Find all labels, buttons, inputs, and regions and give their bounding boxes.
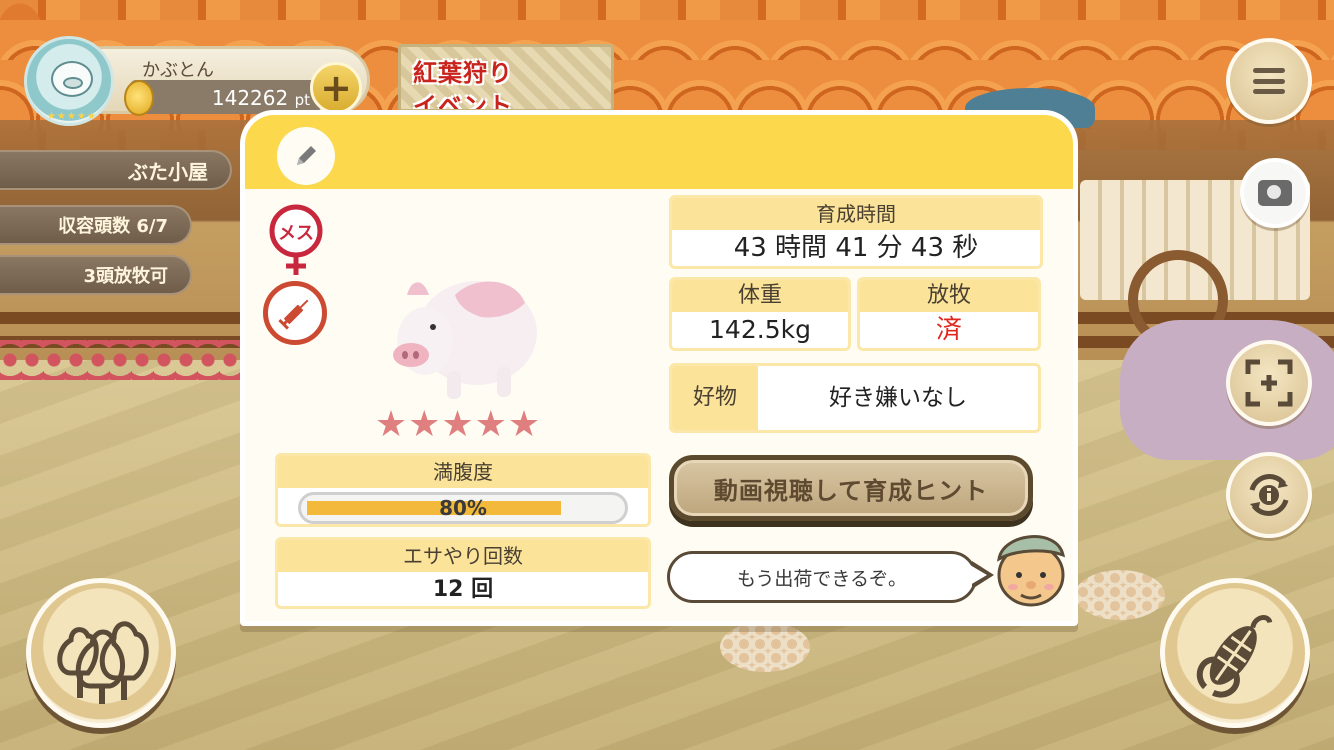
seed-pile xyxy=(1075,570,1165,620)
fullness-label: 満腹度 xyxy=(278,456,648,488)
seed-pile xyxy=(720,622,810,672)
points-unit: pt xyxy=(294,91,310,109)
capacity-label: 収容頭数 6/7 xyxy=(0,205,192,245)
camera-icon xyxy=(1258,180,1292,206)
fullness-progress-bar: 80% xyxy=(298,492,628,524)
raising-time-value: 43 時間 41 分 43 秒 xyxy=(733,233,979,263)
grazing-value: 済 xyxy=(935,315,962,345)
feed-count-label: エサやり回数 xyxy=(278,540,648,572)
camera-button[interactable] xyxy=(1240,158,1310,228)
syringe-icon xyxy=(278,299,309,330)
pig-model[interactable] xyxy=(385,255,545,405)
avatar-rank-stars: ★★★★★ xyxy=(47,111,97,122)
fullness-value: 80% xyxy=(439,496,487,520)
farmer-speech-bubble: もう出荷できるぞ。 xyxy=(667,551,977,603)
pig-detail-dialog: メス ★★★★★ 満腹度 80% エサやり回数 12 回 育成時間 43 時間 … xyxy=(240,110,1078,626)
feed-count-value: 12 回 xyxy=(432,577,494,602)
feed-button[interactable] xyxy=(1160,578,1310,728)
pencil-icon xyxy=(297,146,316,165)
info-rotate-icon xyxy=(1249,474,1289,516)
raising-time-box: 育成時間 43 時間 41 分 43 秒 xyxy=(669,195,1043,269)
pig-snout xyxy=(63,77,83,89)
farmer-avatar-icon xyxy=(997,535,1066,607)
event-banner-line2: イベント xyxy=(413,92,513,112)
tulip-flowers xyxy=(0,340,260,380)
event-banner-line1: 紅葉狩り xyxy=(413,59,513,87)
grazing-box: 放牧 済 xyxy=(857,277,1041,351)
plus-icon: + xyxy=(320,66,352,110)
trees-icon xyxy=(57,621,149,704)
edit-name-button[interactable] xyxy=(277,127,335,185)
sex-badge-text: メス xyxy=(278,223,314,244)
watch-video-hint-button[interactable]: 動画視聴して育成ヒント xyxy=(669,455,1033,521)
event-banner[interactable]: 紅葉狩り イベント xyxy=(398,44,614,112)
favorite-food-value: 好き嫌いなし xyxy=(829,385,967,411)
weight-label: 体重 xyxy=(672,280,848,312)
favorite-food-label: 好物 xyxy=(672,366,758,430)
release-available-label: 3頭放牧可 xyxy=(0,255,192,295)
avatar[interactable]: ★★★★★ xyxy=(24,36,114,126)
menu-icon xyxy=(1253,68,1285,94)
favorite-food-box: 好物 好き嫌いなし xyxy=(669,363,1041,433)
weight-box: 体重 142.5kg xyxy=(669,277,851,351)
speech-bubble-tail-fill xyxy=(970,565,987,585)
location-label: ぶた小屋 xyxy=(0,150,232,190)
forest-button[interactable] xyxy=(26,578,176,728)
feed-count-box: エサやり回数 12 回 xyxy=(275,537,651,609)
female-icon: メス xyxy=(269,204,323,275)
corn-icon xyxy=(1196,615,1273,698)
vaccinated-badge xyxy=(263,281,327,345)
info-rotate-button[interactable] xyxy=(1226,452,1312,538)
rating-stars: ★★★★★ xyxy=(374,404,542,445)
add-points-button[interactable]: + xyxy=(310,62,362,114)
raising-time-label: 育成時間 xyxy=(672,198,1040,230)
points-display: 142262 pt xyxy=(150,86,310,110)
fullness-box: 満腹度 80% xyxy=(275,453,651,527)
dialog-header xyxy=(245,115,1073,189)
grazing-label: 放牧 xyxy=(860,280,1038,312)
pig-avatar-icon xyxy=(51,61,93,97)
weight-value: 142.5kg xyxy=(709,315,811,344)
player-name: かぶとん xyxy=(142,60,214,81)
menu-button[interactable] xyxy=(1226,38,1312,124)
focus-button[interactable] xyxy=(1226,340,1312,426)
points-value: 142262 xyxy=(211,86,289,110)
focus-icon xyxy=(1245,359,1293,407)
